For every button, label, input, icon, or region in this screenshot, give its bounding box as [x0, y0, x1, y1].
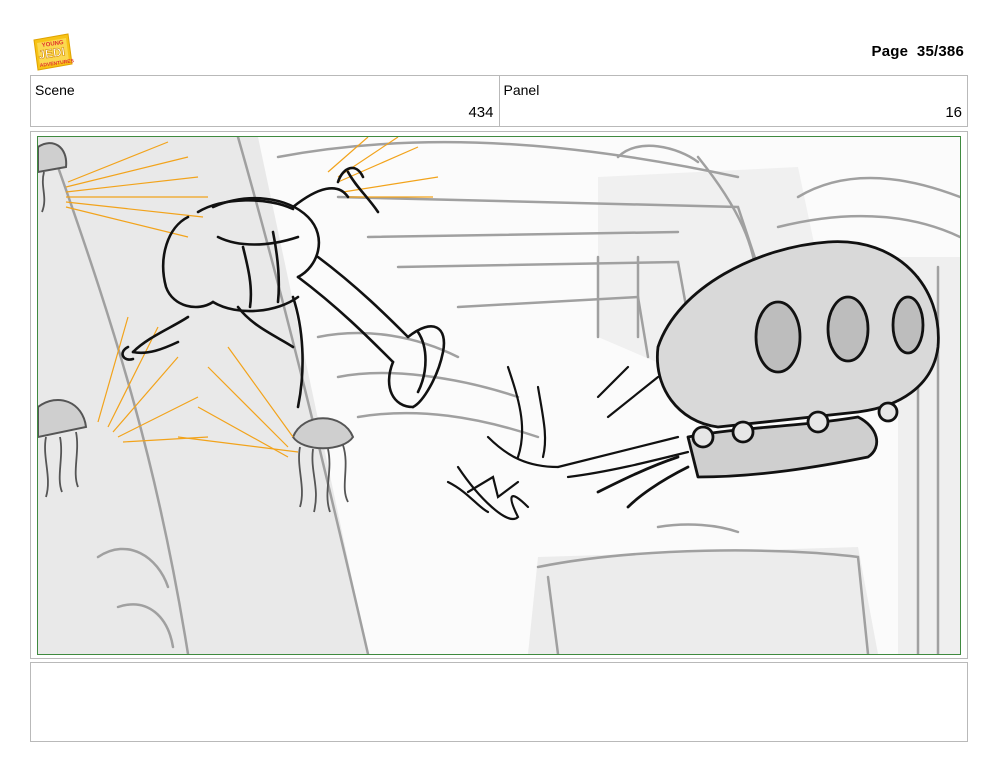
- page-value: 35/386: [916, 43, 964, 60]
- scene-value: 434: [468, 104, 494, 121]
- scene-label: Scene: [35, 82, 75, 98]
- storyboard-sketch-image: [37, 136, 961, 655]
- scene-panel-info: Scene 434 Panel 16: [30, 75, 968, 127]
- panel-value: 16: [945, 104, 962, 121]
- page-number: Page 35/386: [872, 43, 965, 60]
- panel-cell: Panel 16: [498, 76, 968, 126]
- scene-cell: Scene 434: [31, 76, 499, 126]
- notes-box: [30, 662, 968, 742]
- page-label: Page: [871, 43, 909, 60]
- young-jedi-adventures-logo-icon: YOUNG JEDI ADVENTURES: [30, 30, 75, 74]
- panel-label: Panel: [503, 82, 540, 98]
